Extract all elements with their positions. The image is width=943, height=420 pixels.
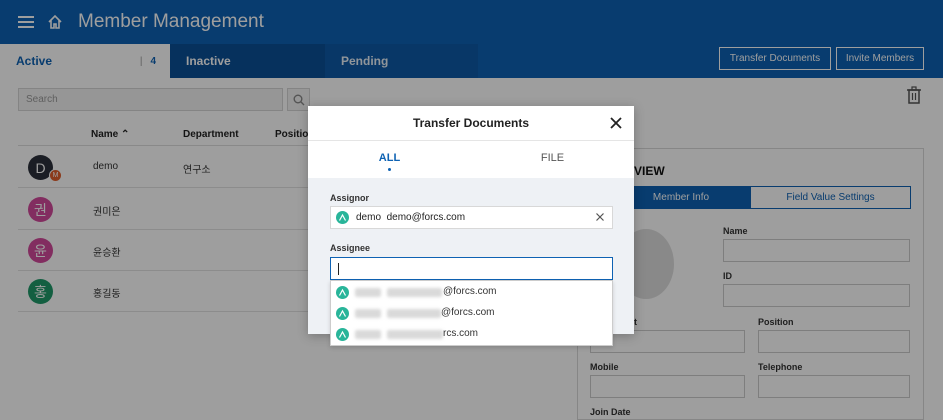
tab-all[interactable]: ALL bbox=[308, 141, 471, 179]
dialog-title: Transfer Documents bbox=[412, 116, 530, 130]
redacted-name bbox=[355, 330, 381, 339]
list-item[interactable]: @forcs.com bbox=[331, 282, 614, 303]
assignor-field[interactable]: demo demo@forcs.com bbox=[330, 206, 613, 229]
redacted-name bbox=[355, 309, 381, 318]
dialog-tabs: ALL FILE bbox=[308, 140, 634, 178]
assignor-label: Assignor bbox=[330, 193, 370, 203]
assignee-label: Assignee bbox=[330, 243, 371, 253]
redacted-email bbox=[387, 330, 443, 339]
email-domain: rcs.com bbox=[443, 328, 478, 339]
person-icon bbox=[336, 328, 349, 341]
assignor-value: demo demo@forcs.com bbox=[356, 212, 466, 223]
list-item[interactable]: rcs.com bbox=[331, 324, 614, 345]
list-item[interactable]: @forcs.com bbox=[331, 303, 614, 324]
redacted-email bbox=[387, 288, 442, 297]
person-icon bbox=[336, 211, 349, 224]
redacted-email bbox=[387, 309, 441, 318]
person-icon bbox=[336, 286, 349, 299]
text-cursor bbox=[338, 263, 339, 275]
assignee-suggestions: @forcs.com @forcs.com rcs.com bbox=[330, 280, 613, 346]
tab-file[interactable]: FILE bbox=[471, 141, 634, 179]
email-domain: @forcs.com bbox=[443, 286, 497, 297]
clear-icon[interactable] bbox=[596, 213, 604, 221]
email-domain: @forcs.com bbox=[441, 307, 495, 318]
assignee-input[interactable] bbox=[330, 257, 613, 280]
active-tab-indicator bbox=[388, 168, 391, 171]
person-icon bbox=[336, 307, 349, 320]
close-icon[interactable] bbox=[609, 116, 623, 130]
redacted-name bbox=[355, 288, 381, 297]
